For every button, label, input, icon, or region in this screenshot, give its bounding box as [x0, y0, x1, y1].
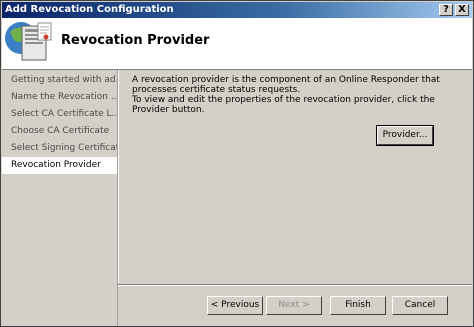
description-line-1: A revocation provider is the component o…	[132, 75, 440, 95]
provider-button[interactable]: Provider...	[376, 125, 434, 146]
next-button[interactable]: Next >	[266, 296, 322, 315]
sidebar-item-getting-started[interactable]: Getting started with ad...	[2, 72, 117, 89]
title-bar: Add Revocation Configuration ? X	[2, 2, 472, 18]
cancel-button[interactable]: Cancel	[392, 296, 448, 315]
footer-divider	[118, 284, 472, 286]
certificate-server-icon	[5, 22, 52, 61]
description-line-2: To view and edit the properties of the r…	[132, 95, 435, 115]
sidebar-item-name-revocation[interactable]: Name the Revocation ...	[2, 89, 117, 106]
sidebar-item-choose-ca-certificate[interactable]: Choose CA Certificate	[2, 123, 117, 140]
finish-button[interactable]: Finish	[330, 296, 386, 315]
page-title: Revocation Provider	[61, 33, 210, 48]
sidebar-item-select-ca-location[interactable]: Select CA Certificate L...	[2, 106, 117, 123]
sidebar-item-revocation-provider[interactable]: Revocation Provider	[2, 157, 117, 174]
close-button[interactable]: X	[455, 4, 469, 16]
content-panel: A revocation provider is the component o…	[118, 70, 473, 283]
previous-button[interactable]: < Previous	[207, 296, 263, 315]
wizard-window: Add Revocation Configuration ? X Revocat…	[0, 0, 474, 327]
sidebar-item-select-signing-certificate[interactable]: Select Signing Certificate	[2, 140, 117, 157]
wizard-steps-sidebar: Getting started with ad... Name the Revo…	[2, 70, 118, 326]
window-title: Add Revocation Configuration	[5, 4, 174, 15]
description-text: A revocation provider is the component o…	[132, 75, 467, 115]
content-area: A revocation provider is the component o…	[118, 70, 472, 326]
help-button[interactable]: ?	[439, 4, 453, 16]
wizard-header: Revocation Provider	[2, 18, 472, 70]
